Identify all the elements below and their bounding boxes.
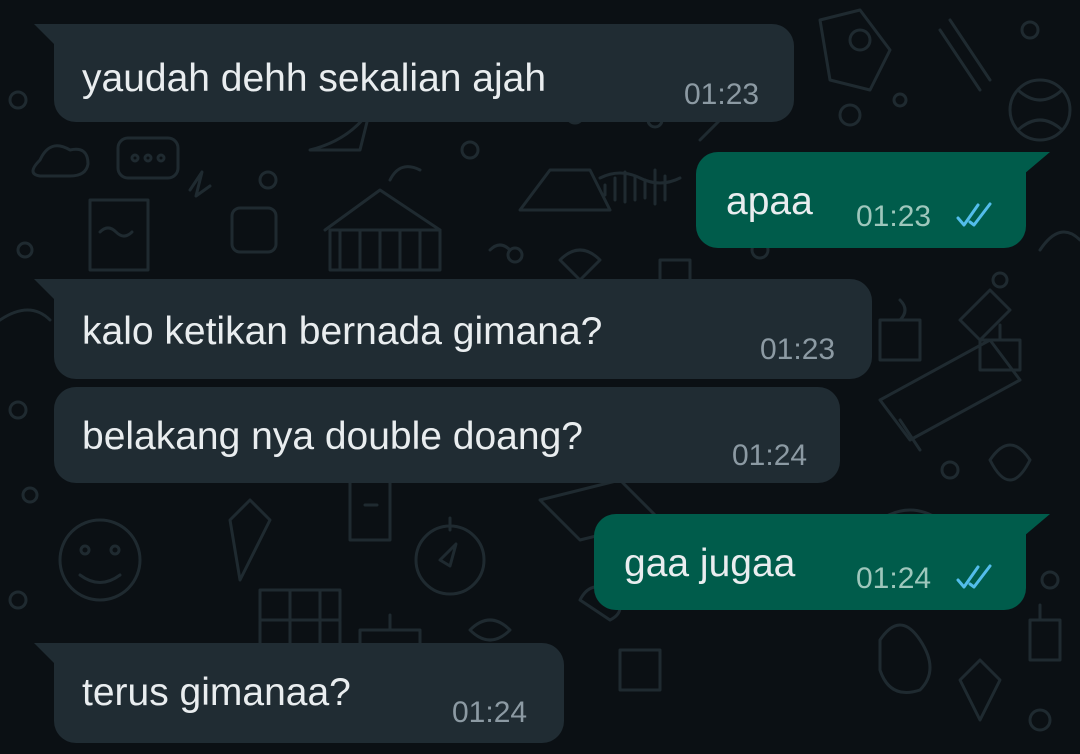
message-bubble-incoming[interactable]: belakang nya double doang? 01:24: [54, 387, 840, 483]
message-bubble-outgoing[interactable]: gaa jugaa 01:24: [594, 514, 1026, 610]
message-bubble-outgoing[interactable]: apaa 01:23: [696, 152, 1026, 248]
message-bubble-incoming[interactable]: terus gimanaa? 01:24: [54, 643, 564, 743]
message-timestamp: 01:24: [732, 439, 808, 472]
message-text: gaa jugaa: [624, 542, 796, 585]
message-bubble-incoming[interactable]: kalo ketikan bernada gimana? 01:23: [54, 279, 872, 379]
message-text: kalo ketikan bernada gimana?: [82, 310, 603, 353]
message-bubble-incoming[interactable]: yaudah dehh sekalian ajah 01:23: [54, 24, 794, 122]
message-timestamp: 01:24: [452, 696, 528, 729]
message-text: apaa: [726, 180, 813, 223]
double-check-icon: [956, 564, 992, 589]
double-check-icon: [956, 202, 992, 227]
message-text: yaudah dehh sekalian ajah: [82, 57, 547, 100]
message-text: terus gimanaa?: [82, 671, 351, 714]
message-text: belakang nya double doang?: [82, 415, 583, 458]
message-timestamp: 01:23: [684, 78, 760, 111]
outgoing-bubble-tail: [1024, 514, 1050, 541]
outgoing-bubble-tail: [1024, 152, 1050, 179]
message-timestamp: 01:23: [856, 200, 932, 233]
message-timestamp: 01:24: [856, 562, 932, 595]
message-timestamp: 01:23: [760, 333, 836, 366]
incoming-bubble-tail: [34, 24, 56, 51]
incoming-bubble-tail: [34, 279, 56, 306]
incoming-bubble-tail: [34, 643, 56, 670]
